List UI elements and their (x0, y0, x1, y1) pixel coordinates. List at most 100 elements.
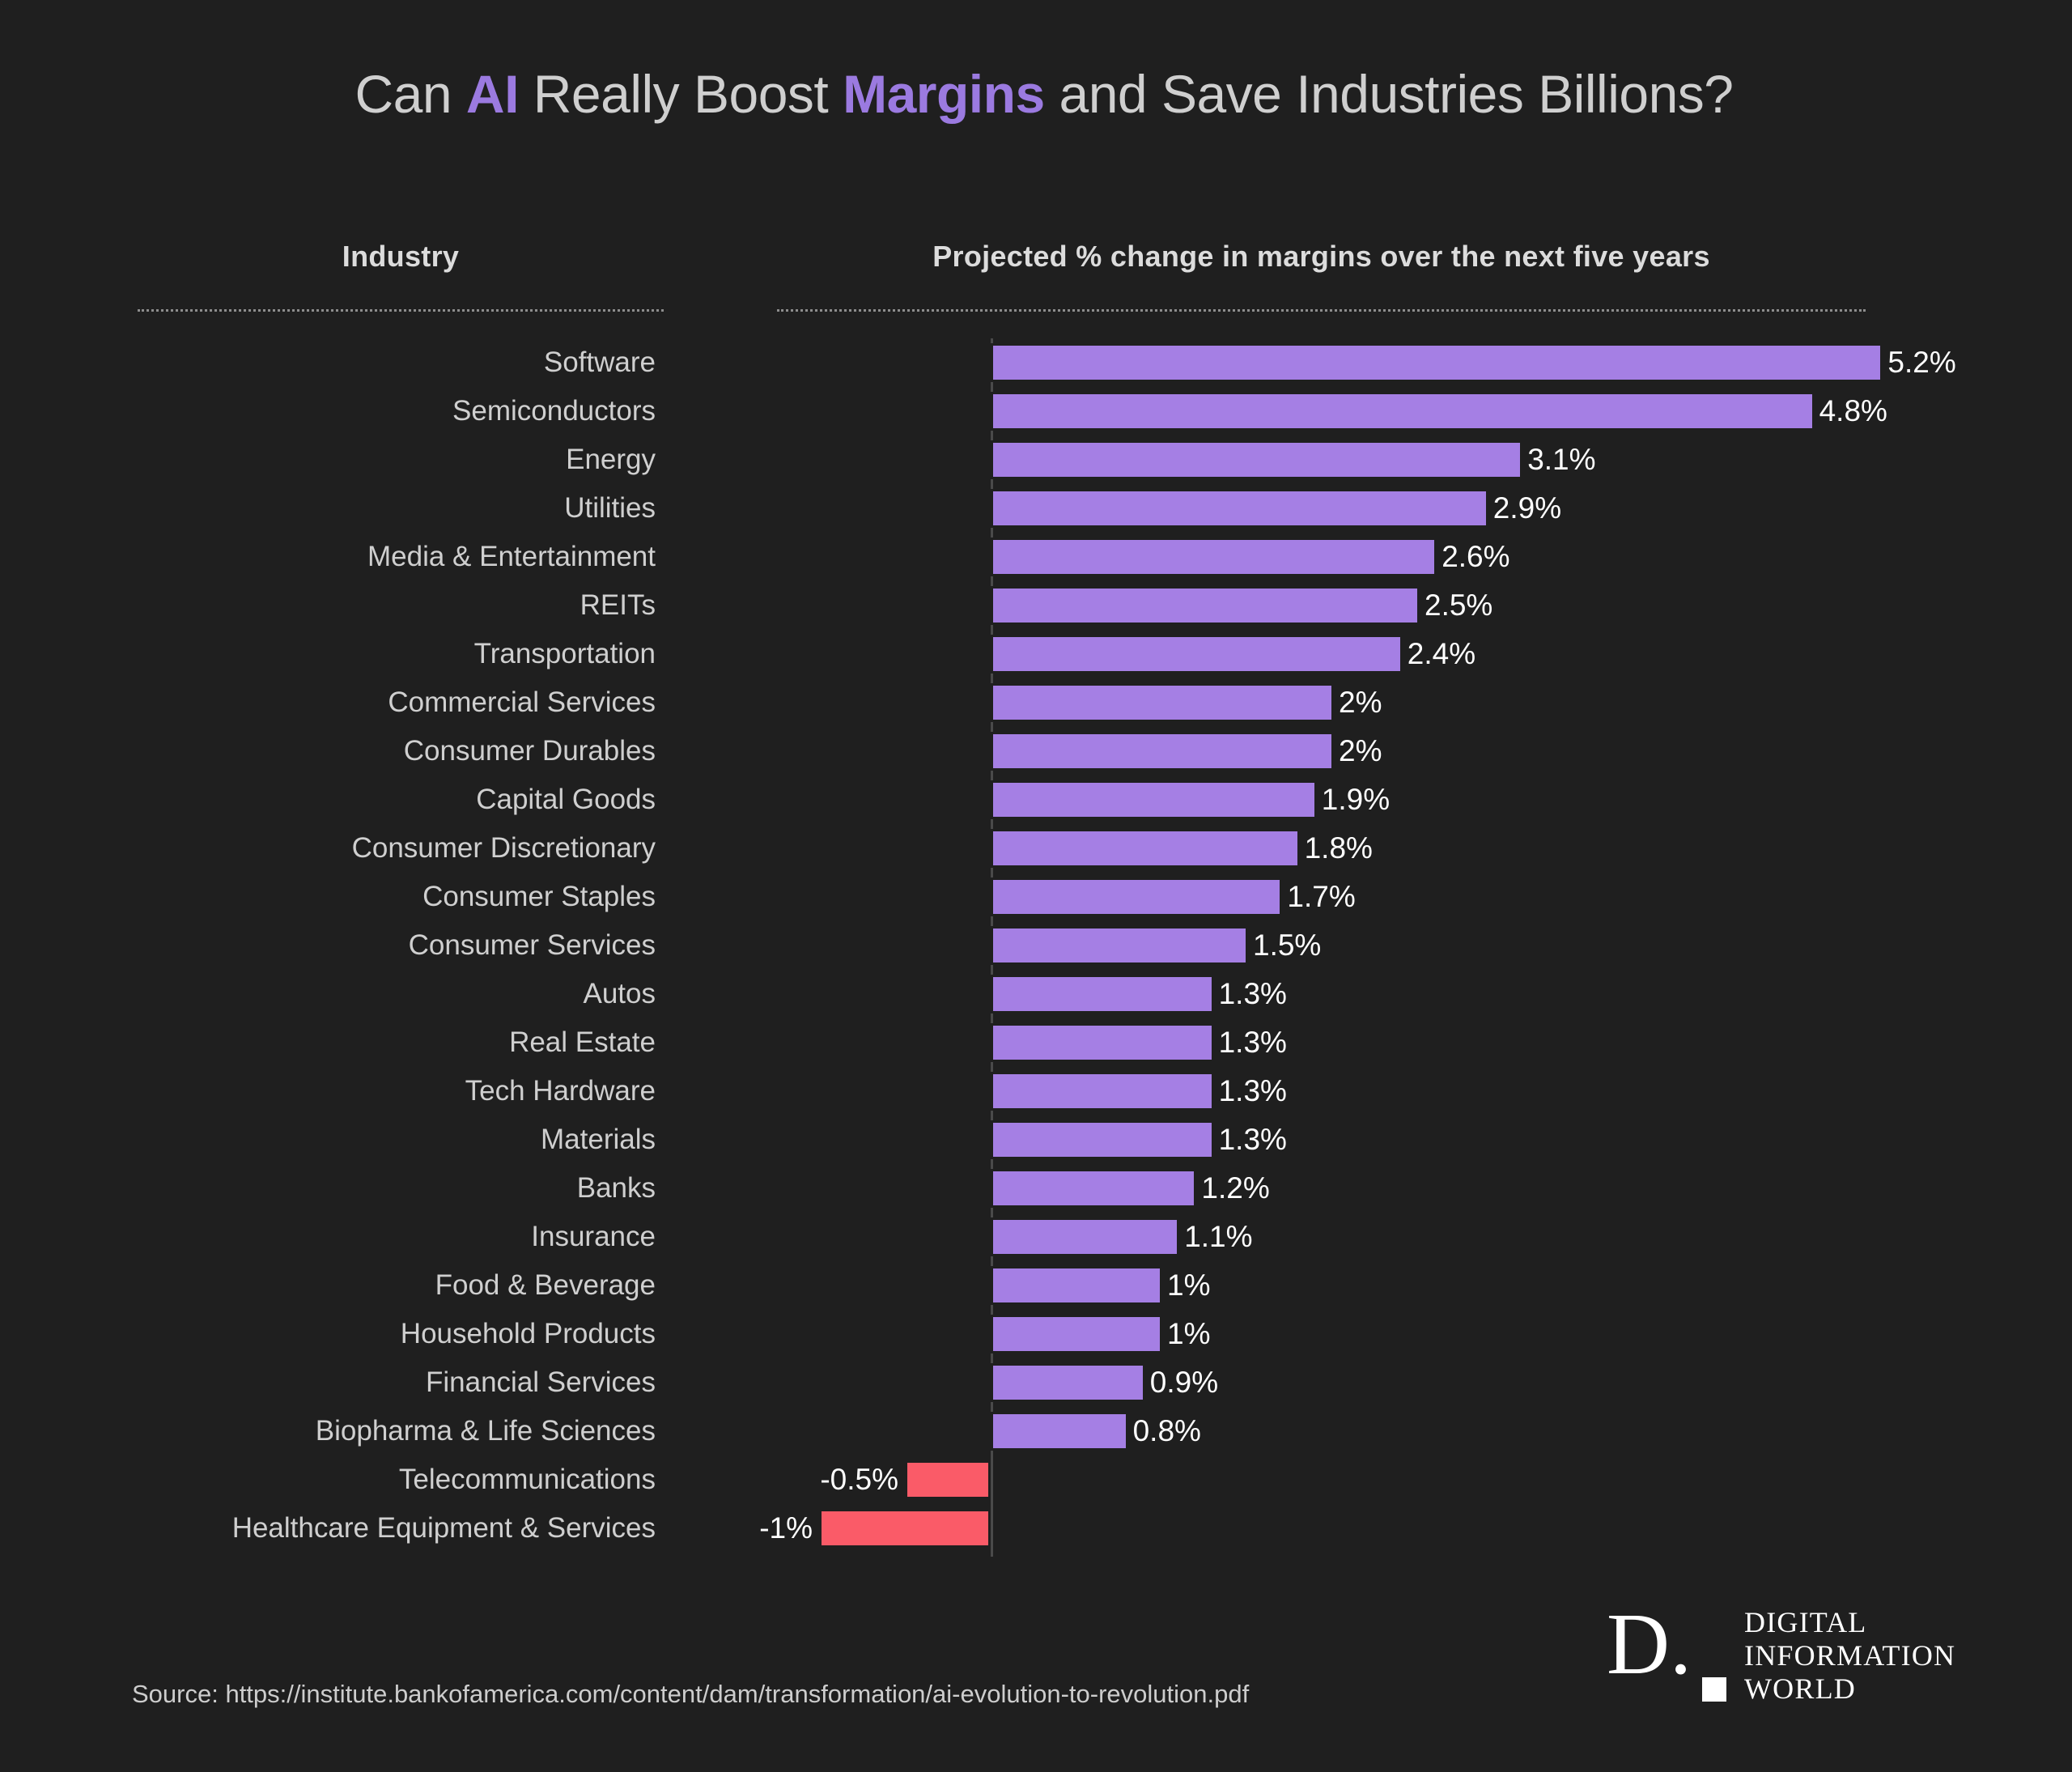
bar-value-label: 2% (1339, 686, 1382, 719)
bar-plot-area: 1.3% (0, 1115, 2072, 1164)
chart-row: Tech Hardware 1.3% (0, 1067, 2072, 1115)
bar-value-label: 1.7% (1287, 880, 1356, 913)
bar-value-label: -1% (759, 1511, 813, 1545)
bar-plot-area: 2.5% (0, 581, 2072, 630)
bar-positive[interactable] (991, 975, 1214, 1013)
chart-row: Energy 3.1% (0, 436, 2072, 484)
bar-value-label: 0.9% (1149, 1366, 1219, 1399)
bar-positive[interactable] (991, 829, 1300, 868)
brand-logo: D. DIGITAL INFORMATION WORLD (1607, 1596, 1971, 1708)
bar-plot-area: 1.5% (0, 921, 2072, 970)
bar-negative[interactable] (819, 1509, 991, 1548)
bar-positive[interactable] (991, 538, 1437, 576)
header-divider-left (138, 309, 664, 312)
chart-row: Software 5.2% (0, 338, 2072, 387)
chart-row: Food & Beverage 1% (0, 1261, 2072, 1310)
bar-positive[interactable] (991, 1120, 1214, 1159)
bar-plot-area: 1% (0, 1261, 2072, 1310)
bar-value-label: 2.6% (1441, 540, 1510, 573)
chart-row: Capital Goods 1.9% (0, 776, 2072, 824)
bar-plot-area: 1.8% (0, 824, 2072, 873)
bar-plot-area: 2.9% (0, 484, 2072, 533)
bar-plot-area: 0.8% (0, 1407, 2072, 1455)
chart-row: Semiconductors 4.8% (0, 387, 2072, 436)
bar-positive[interactable] (991, 343, 1883, 382)
logo-wordmark: DIGITAL INFORMATION WORLD (1744, 1606, 1955, 1706)
chart-row: Commercial Services 2% (0, 678, 2072, 727)
bar-plot-area: 1.2% (0, 1164, 2072, 1213)
bar-plot-area: 0.9% (0, 1358, 2072, 1407)
bar-positive[interactable] (991, 732, 1334, 771)
chart-row: Utilities 2.9% (0, 484, 2072, 533)
bar-value-label: 2.4% (1407, 637, 1476, 670)
bar-plot-area: 2% (0, 678, 2072, 727)
bar-value-label: 1.2% (1201, 1171, 1270, 1205)
chart-row: Consumer Discretionary 1.8% (0, 824, 2072, 873)
page-title: Can AI Really Boost Margins and Save Ind… (0, 63, 2072, 125)
page-title-text: Can AI Really Boost Margins and Save Ind… (355, 63, 1734, 125)
bar-positive[interactable] (991, 780, 1317, 819)
bar-value-label: 4.8% (1819, 394, 1887, 427)
chart-row: Real Estate 1.3% (0, 1018, 2072, 1067)
logo-line-1: DIGITAL (1744, 1606, 1867, 1638)
chart-row: Consumer Services 1.5% (0, 921, 2072, 970)
bar-positive[interactable] (991, 926, 1248, 965)
bar-positive[interactable] (991, 392, 1815, 431)
bar-value-label: 2% (1339, 734, 1382, 767)
bar-value-label: 1.3% (1218, 1123, 1287, 1156)
chart-row: Banks 1.2% (0, 1164, 2072, 1213)
bar-positive[interactable] (991, 1266, 1162, 1305)
source-citation: Source: https://institute.bankofamerica.… (132, 1680, 1250, 1708)
bar-plot-area: 3.1% (0, 436, 2072, 484)
chart-row: Consumer Durables 2% (0, 727, 2072, 776)
column-headers: Industry Projected % change in margins o… (0, 240, 2072, 296)
bar-positive[interactable] (991, 1023, 1214, 1062)
bar-positive[interactable] (991, 1169, 1197, 1208)
header-metric: Projected % change in margins over the n… (932, 240, 1710, 273)
bar-value-label: 1.1% (1184, 1220, 1253, 1253)
bar-positive[interactable] (991, 1072, 1214, 1111)
title-highlight-margins: Margins (843, 64, 1045, 124)
chart-row: Telecommunications -0.5% (0, 1455, 2072, 1504)
bar-positive[interactable] (991, 489, 1488, 528)
bar-positive[interactable] (991, 1412, 1128, 1451)
header-divider-right (777, 309, 1866, 312)
bar-positive[interactable] (991, 1217, 1180, 1256)
bar-plot-area: 2.4% (0, 630, 2072, 678)
bar-positive[interactable] (991, 878, 1283, 916)
header-industry: Industry (342, 240, 460, 273)
bar-positive[interactable] (991, 635, 1403, 674)
bar-positive[interactable] (991, 440, 1523, 479)
bar-value-label: 0.8% (1132, 1414, 1201, 1447)
chart-row: Media & Entertainment 2.6% (0, 533, 2072, 581)
bar-plot-area: 2.6% (0, 533, 2072, 581)
bar-value-label: 1% (1167, 1268, 1211, 1302)
chart-row: Autos 1.3% (0, 970, 2072, 1018)
bar-value-label: 1.9% (1321, 783, 1391, 816)
bar-plot-area: 1.3% (0, 1067, 2072, 1115)
bar-plot-area: 1.3% (0, 1018, 2072, 1067)
chart-row: Insurance 1.1% (0, 1213, 2072, 1261)
bar-negative[interactable] (905, 1460, 991, 1499)
bar-plot-area: 1% (0, 1310, 2072, 1358)
bar-positive[interactable] (991, 586, 1420, 625)
chart-row: Consumer Staples 1.7% (0, 873, 2072, 921)
chart-row: Biopharma & Life Sciences 0.8% (0, 1407, 2072, 1455)
chart-row: Materials 1.3% (0, 1115, 2072, 1164)
logo-mark-d: D. (1607, 1596, 1692, 1693)
chart-row: Financial Services 0.9% (0, 1358, 2072, 1407)
bar-value-label: 1.8% (1304, 831, 1373, 865)
bar-positive[interactable] (991, 683, 1334, 722)
chart-row: Transportation 2.4% (0, 630, 2072, 678)
bar-value-label: 3.1% (1527, 443, 1596, 476)
bar-value-label: 1.3% (1218, 1074, 1287, 1107)
bar-plot-area: 1.9% (0, 776, 2072, 824)
bar-positive[interactable] (991, 1315, 1162, 1353)
bar-plot-area: -1% (0, 1504, 2072, 1553)
title-part-3: and Save Industries Billions? (1044, 64, 1734, 124)
bar-value-label: 5.2% (1887, 346, 1956, 379)
bar-positive[interactable] (991, 1363, 1145, 1402)
logo-line-3: WORLD (1744, 1672, 1856, 1705)
logo-square-icon (1702, 1677, 1726, 1702)
title-part-2: Really Boost (518, 64, 843, 124)
